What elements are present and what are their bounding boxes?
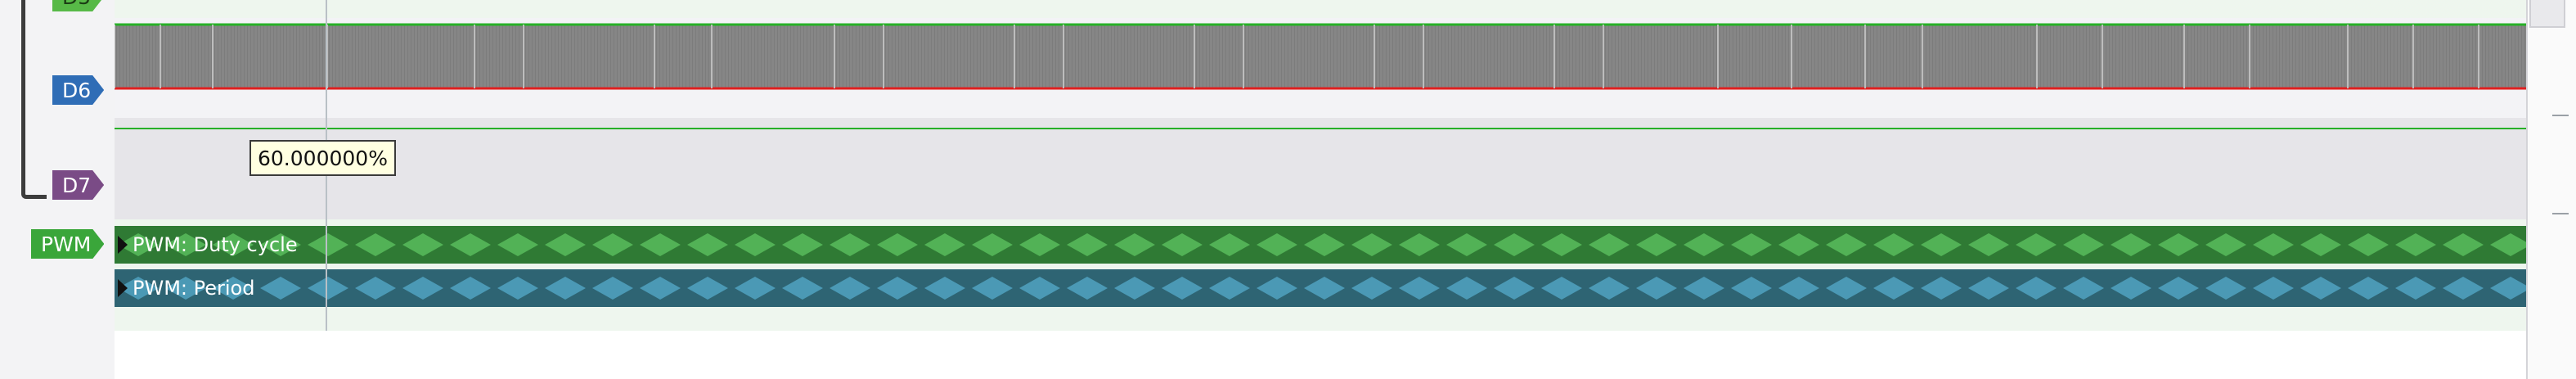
- scrollbar-thumb[interactable]: [2529, 0, 2565, 28]
- pwm-period-row[interactable]: PWM: Period: [115, 269, 2526, 307]
- d6-dense-fill: [115, 25, 2526, 88]
- cursor-value-tooltip: 60.000000%: [250, 140, 396, 176]
- period-label: PWM: Period: [133, 277, 255, 300]
- track-d7: [115, 118, 2526, 219]
- d6-waveform: [114, 23, 2526, 92]
- channel-tag-pwm[interactable]: PWM: [31, 229, 104, 259]
- duty-cycle-label: PWM: Duty cycle: [133, 233, 298, 256]
- channel-group-bracket: [21, 0, 47, 199]
- scrollbar-tick: [2552, 213, 2569, 214]
- vertical-scrollbar[interactable]: [2526, 0, 2576, 379]
- expand-arrow-icon[interactable]: [118, 236, 128, 254]
- track-empty: [115, 331, 2526, 379]
- pwm-duty-cycle-row[interactable]: PWM: Duty cycle: [115, 226, 2526, 264]
- track-d5: [115, 0, 2526, 18]
- d7-waveform: [115, 118, 2526, 129]
- scrollbar-tick: [2552, 115, 2569, 116]
- expand-arrow-icon[interactable]: [118, 279, 128, 297]
